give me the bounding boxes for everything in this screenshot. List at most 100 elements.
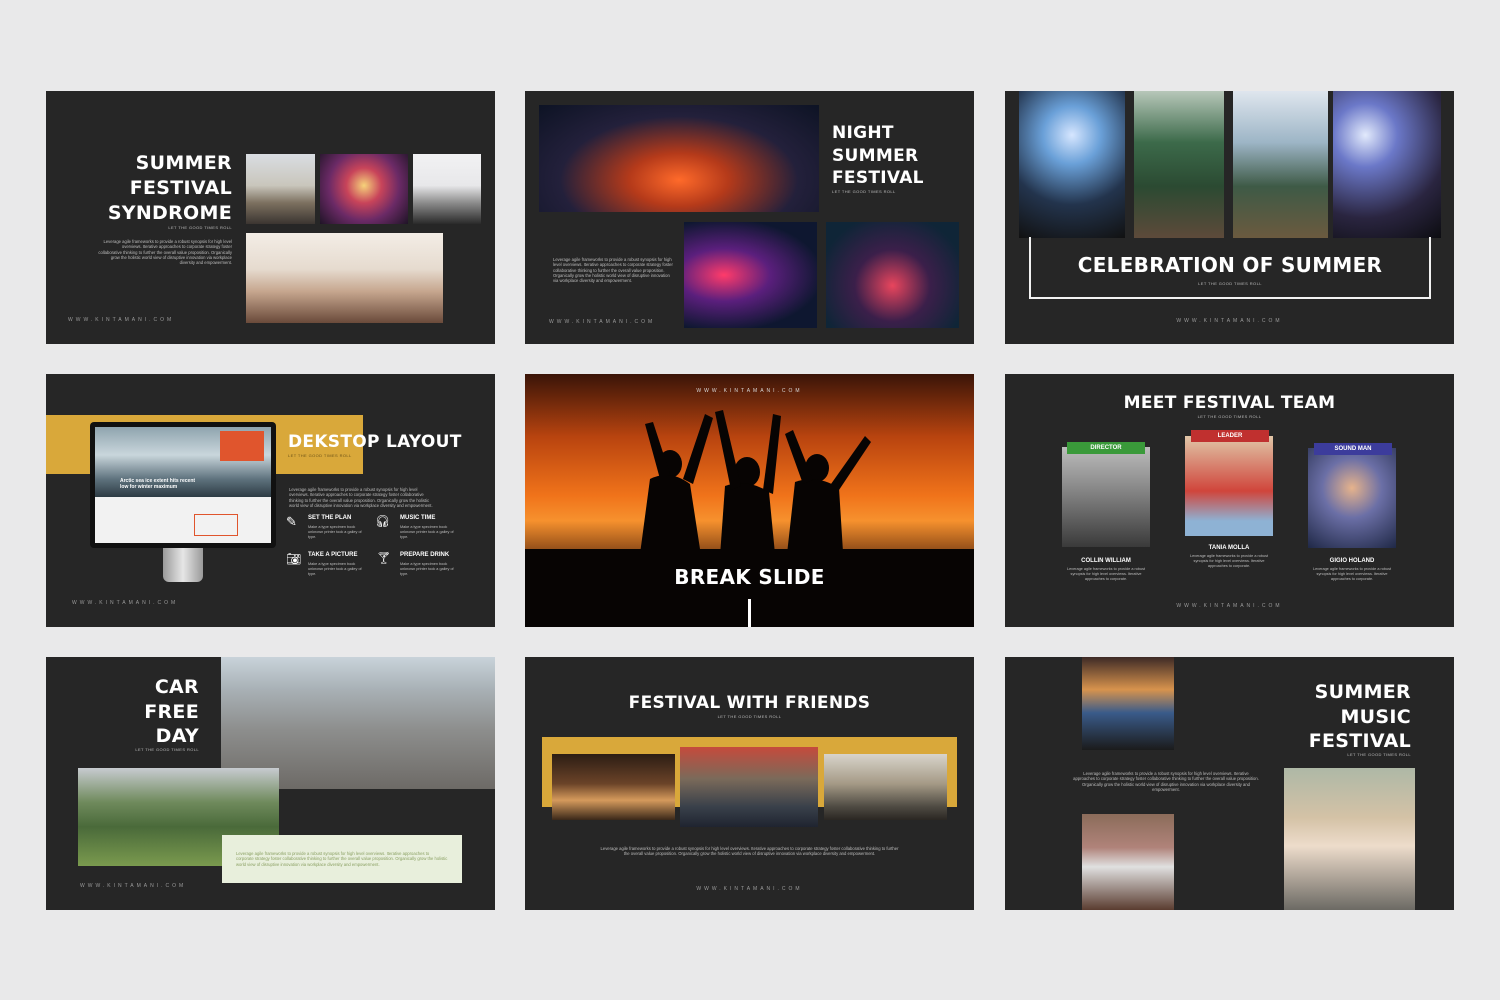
title-line: MUSIC [1340, 705, 1411, 728]
member-name: COLLIN WILLIAM [1081, 558, 1131, 564]
team-photo [1062, 447, 1150, 547]
monitor-headline: Arctic sea ice extent hits recent low fo… [120, 478, 195, 490]
camera-icon: 📷︎ [286, 552, 302, 566]
team-photo [1185, 436, 1273, 536]
role-badge: DIRECTOR [1067, 442, 1145, 454]
slide-meet-festival-team[interactable]: MEET FESTIVAL TEAM LET THE GOOD TIMES RO… [1005, 374, 1454, 627]
role-badge: LEADER [1191, 430, 1269, 442]
slide-title: BREAK SLIDE [674, 565, 825, 589]
feature-label: TAKE A PICTURE [308, 552, 358, 558]
member-desc: Leverage agile frameworks to provide a r… [1189, 554, 1269, 568]
slide-summer-music-festival[interactable]: SUMMER MUSIC FESTIVAL LET THE GOOD TIMES… [1005, 657, 1454, 910]
monitor: Arctic sea ice extent hits recent low fo… [90, 422, 276, 548]
slide-night-summer-festival[interactable]: NIGHT SUMMER FESTIVAL LET THE GOOD TIMES… [525, 91, 974, 344]
member-desc: Leverage agile frameworks to provide a r… [1312, 567, 1392, 581]
monitor-card [220, 431, 264, 461]
festival-photo [824, 754, 947, 820]
slide-festival-with-friends[interactable]: FESTIVAL WITH FRIENDS LET THE GOOD TIMES… [525, 657, 974, 910]
feature-desc: Make a type specimen book unknown printe… [400, 562, 454, 576]
slide-title: CELEBRATION OF SUMMER [1077, 253, 1383, 277]
festival-photo [413, 154, 481, 224]
slide-summer-festival-syndrome[interactable]: SUMMER FESTIVAL SYNDROME LET THE GOOD TI… [46, 91, 495, 344]
title-line: SUMMER [1314, 681, 1411, 703]
title-line: FESTIVAL [129, 177, 232, 199]
title-line: FESTIVAL [832, 168, 924, 188]
festival-photo [680, 747, 818, 827]
tagline: LET THE GOOD TIMES ROLL [288, 453, 352, 458]
monitor-headline-line: low for winter maximum [120, 484, 178, 490]
website-link: WWW.KINTAMANI.COM [1176, 318, 1283, 324]
slide-celebration-of-summer[interactable]: CELEBRATION OF SUMMER LET THE GOOD TIMES… [1005, 91, 1454, 344]
title-line: SYNDROME [107, 202, 232, 224]
tagline: LET THE GOOD TIMES ROLL [717, 714, 782, 719]
feature-label: PREPARE DRINK [400, 552, 450, 558]
festival-photo [246, 233, 443, 323]
website-link: WWW.KINTAMANI.COM [696, 388, 803, 394]
tagline: LET THE GOOD TIMES ROLL [135, 747, 199, 752]
festival-photo [1082, 657, 1174, 750]
tagline: LET THE GOOD TIMES ROLL [1198, 281, 1262, 286]
member-desc: Leverage agile frameworks to provide a r… [1066, 567, 1146, 581]
festival-photo [684, 222, 817, 328]
slide-car-free-day[interactable]: CAR FREE DAY LET THE GOOD TIMES ROLL Lev… [46, 657, 495, 910]
monitor-stand [163, 548, 203, 582]
festival-photo [1233, 91, 1328, 238]
body-text: Leverage agile frameworks to provide a r… [98, 239, 232, 266]
cocktail-icon: 🍸︎ [376, 551, 392, 565]
website-link: WWW.KINTAMANI.COM [696, 886, 803, 892]
body-text: Leverage agile frameworks to provide a r… [236, 851, 448, 867]
feature-desc: Make a type specimen book unknown printe… [308, 562, 362, 576]
body-text: Leverage agile frameworks to provide a r… [1073, 771, 1259, 792]
festival-photo [1284, 768, 1415, 910]
festival-photo [246, 154, 315, 224]
feature-label: SET THE PLAN [308, 515, 352, 521]
feature-desc: Make a type specimen book unknown printe… [308, 525, 362, 539]
title-line: FESTIVAL [1308, 730, 1411, 752]
feature-desc: Make a type specimen book unknown printe… [400, 525, 454, 539]
member-name: TANIA MOLLA [1208, 545, 1250, 551]
slide-title: MEET FESTIVAL TEAM [1123, 393, 1336, 413]
festival-photo [1082, 814, 1174, 910]
festival-photo [1019, 91, 1125, 238]
tagline: LET THE GOOD TIMES ROLL [1347, 752, 1411, 757]
silhouette-figures [525, 410, 974, 627]
title-line: CAR [154, 676, 199, 698]
feature-label: MUSIC TIME [400, 515, 436, 521]
slide-title: DEKSTOP LAYOUT [288, 432, 462, 452]
website-link: WWW.KINTAMANI.COM [80, 883, 187, 889]
title-line: SUMMER [135, 152, 232, 174]
slide-break-slide[interactable]: WWW.KINTAMANI.COM BREAK SLIDE [525, 374, 974, 627]
festival-photo [552, 754, 675, 820]
body-text: Leverage agile frameworks to provide a r… [289, 487, 433, 508]
monitor-form [194, 514, 238, 536]
monitor-article [95, 497, 271, 543]
tagline: LET THE GOOD TIMES ROLL [1197, 414, 1262, 419]
body-text: Leverage agile frameworks to provide a r… [600, 846, 899, 857]
website-link: WWW.KINTAMANI.COM [1176, 603, 1283, 609]
festival-photo [1333, 91, 1441, 238]
pen-icon: ✎ [286, 514, 297, 529]
slide-title: SUMMER MUSIC FESTIVAL [1309, 680, 1411, 754]
website-link: WWW.KINTAMANI.COM [549, 319, 656, 325]
tagline: LET THE GOOD TIMES ROLL [832, 189, 896, 194]
divider [748, 599, 751, 627]
festival-photo [539, 105, 819, 212]
slide-title: NIGHT SUMMER FESTIVAL [832, 122, 924, 190]
role-badge: SOUND MAN [1314, 443, 1392, 455]
festival-photo [826, 222, 959, 328]
website-link: WWW.KINTAMANI.COM [68, 317, 175, 323]
title-line: FREE [144, 700, 199, 723]
slide-desktop-layout[interactable]: DEKSTOP LAYOUT LET THE GOOD TIMES ROLL A… [46, 374, 495, 627]
member-name: GIGIO HOLAND [1329, 558, 1375, 564]
slide-title: SUMMER FESTIVAL SYNDROME [108, 151, 232, 226]
tagline: LET THE GOOD TIMES ROLL [168, 225, 232, 230]
slide-title: CAR FREE DAY [144, 675, 199, 749]
website-link: WWW.KINTAMANI.COM [72, 600, 179, 606]
festival-photo [320, 154, 408, 224]
headphones-icon: 🎧︎ [375, 514, 391, 528]
title-line: NIGHT [832, 123, 894, 143]
title-line: SUMMER [832, 145, 919, 166]
slide-title: FESTIVAL WITH FRIENDS [628, 693, 871, 713]
team-photo [1308, 448, 1396, 548]
body-text: Leverage agile frameworks to provide a r… [553, 257, 673, 284]
